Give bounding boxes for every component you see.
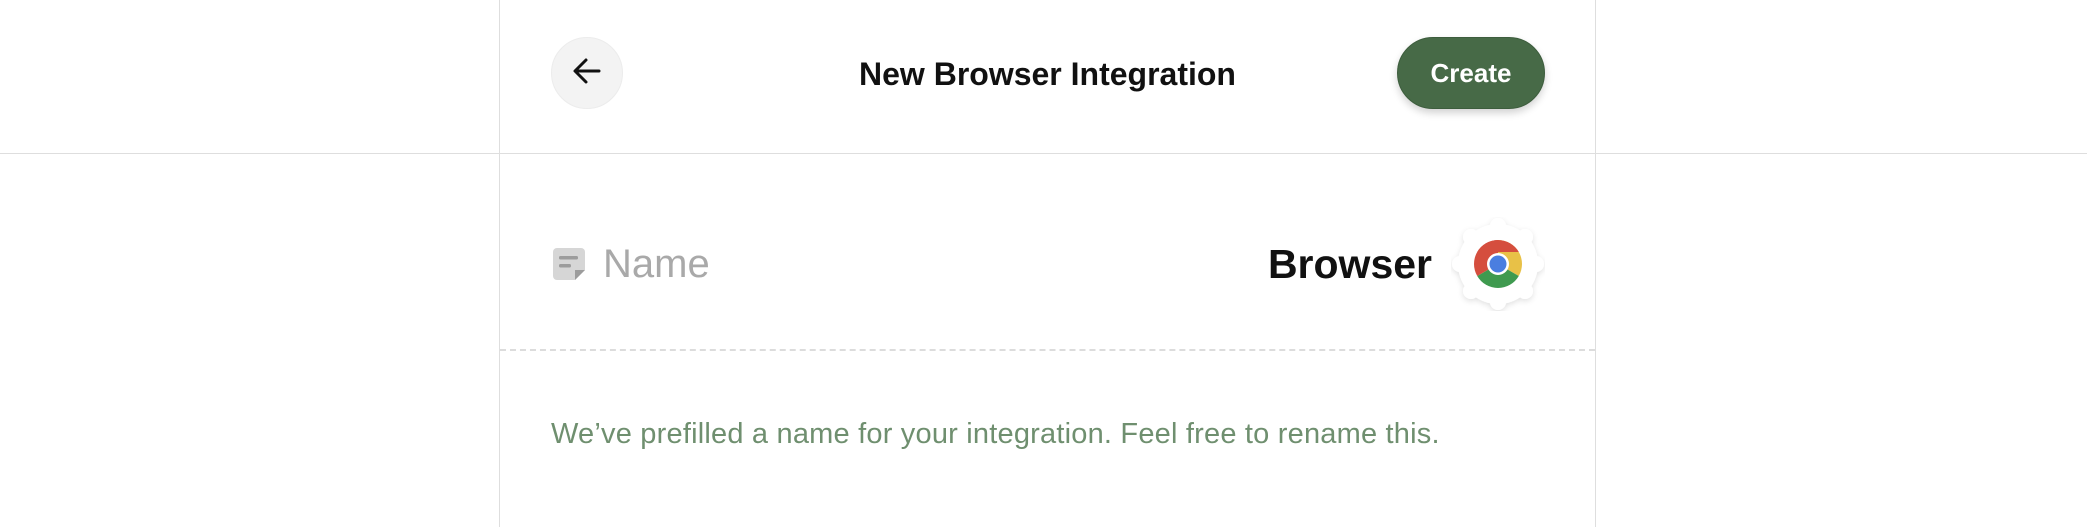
page: New Browser Integration Create Browser	[0, 0, 2087, 527]
name-row: Browser	[500, 154, 1595, 350]
name-input[interactable]	[603, 238, 1183, 290]
integration-type-label: Browser	[1267, 241, 1432, 287]
prefill-hint: We’ve prefilled a name for your integrat…	[551, 418, 1440, 450]
chrome-icon[interactable]	[1451, 217, 1545, 311]
label-tag-icon	[551, 246, 587, 282]
section-divider	[500, 349, 1595, 351]
integration-panel: New Browser Integration Create Browser	[499, 0, 1596, 527]
header: New Browser Integration Create	[500, 0, 1595, 153]
create-button[interactable]: Create	[1397, 37, 1545, 109]
